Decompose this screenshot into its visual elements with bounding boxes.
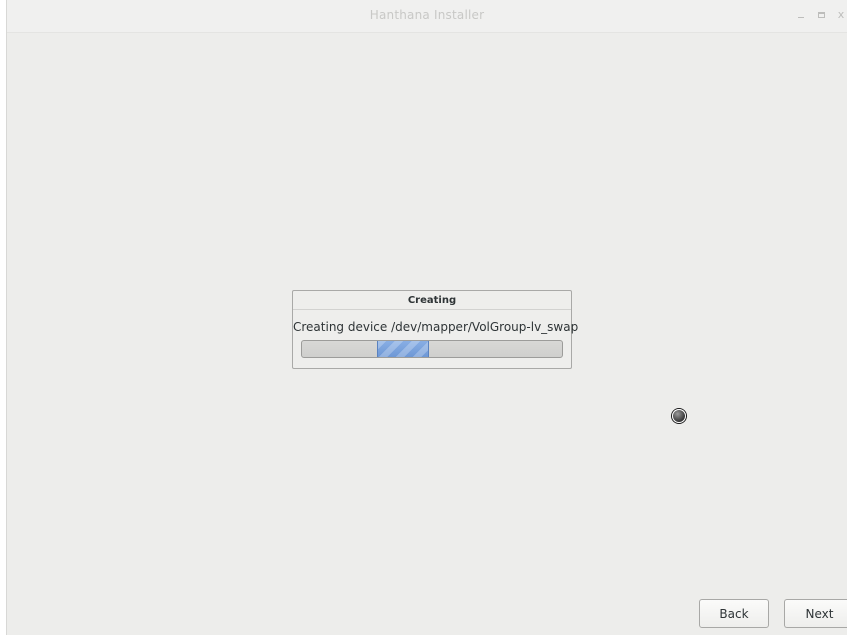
maximize-icon xyxy=(817,12,825,18)
close-button[interactable]: x xyxy=(835,8,847,22)
close-icon: x xyxy=(837,8,845,21)
titlebar[interactable]: Hanthana Installer x xyxy=(7,0,847,33)
minimize-icon xyxy=(798,17,804,18)
installer-window: Hanthana Installer x Creating Creating d… xyxy=(6,0,847,635)
progress-bar xyxy=(301,340,563,358)
dialog-divider xyxy=(293,309,571,310)
back-button[interactable]: Back xyxy=(699,599,769,628)
busy-cursor-icon xyxy=(672,409,686,423)
maximize-button[interactable] xyxy=(815,8,827,22)
minimize-button[interactable] xyxy=(795,8,807,22)
window-title: Hanthana Installer xyxy=(369,8,485,22)
dialog-title: Creating xyxy=(407,295,457,306)
progress-pulse-indicator xyxy=(377,341,429,357)
progress-message: Creating device /dev/mapper/VolGroup-lv_… xyxy=(293,320,579,334)
window-controls: x xyxy=(787,7,847,23)
progress-dialog: Creating Creating device /dev/mapper/Vol… xyxy=(292,290,579,369)
next-button[interactable]: Next xyxy=(784,599,847,628)
